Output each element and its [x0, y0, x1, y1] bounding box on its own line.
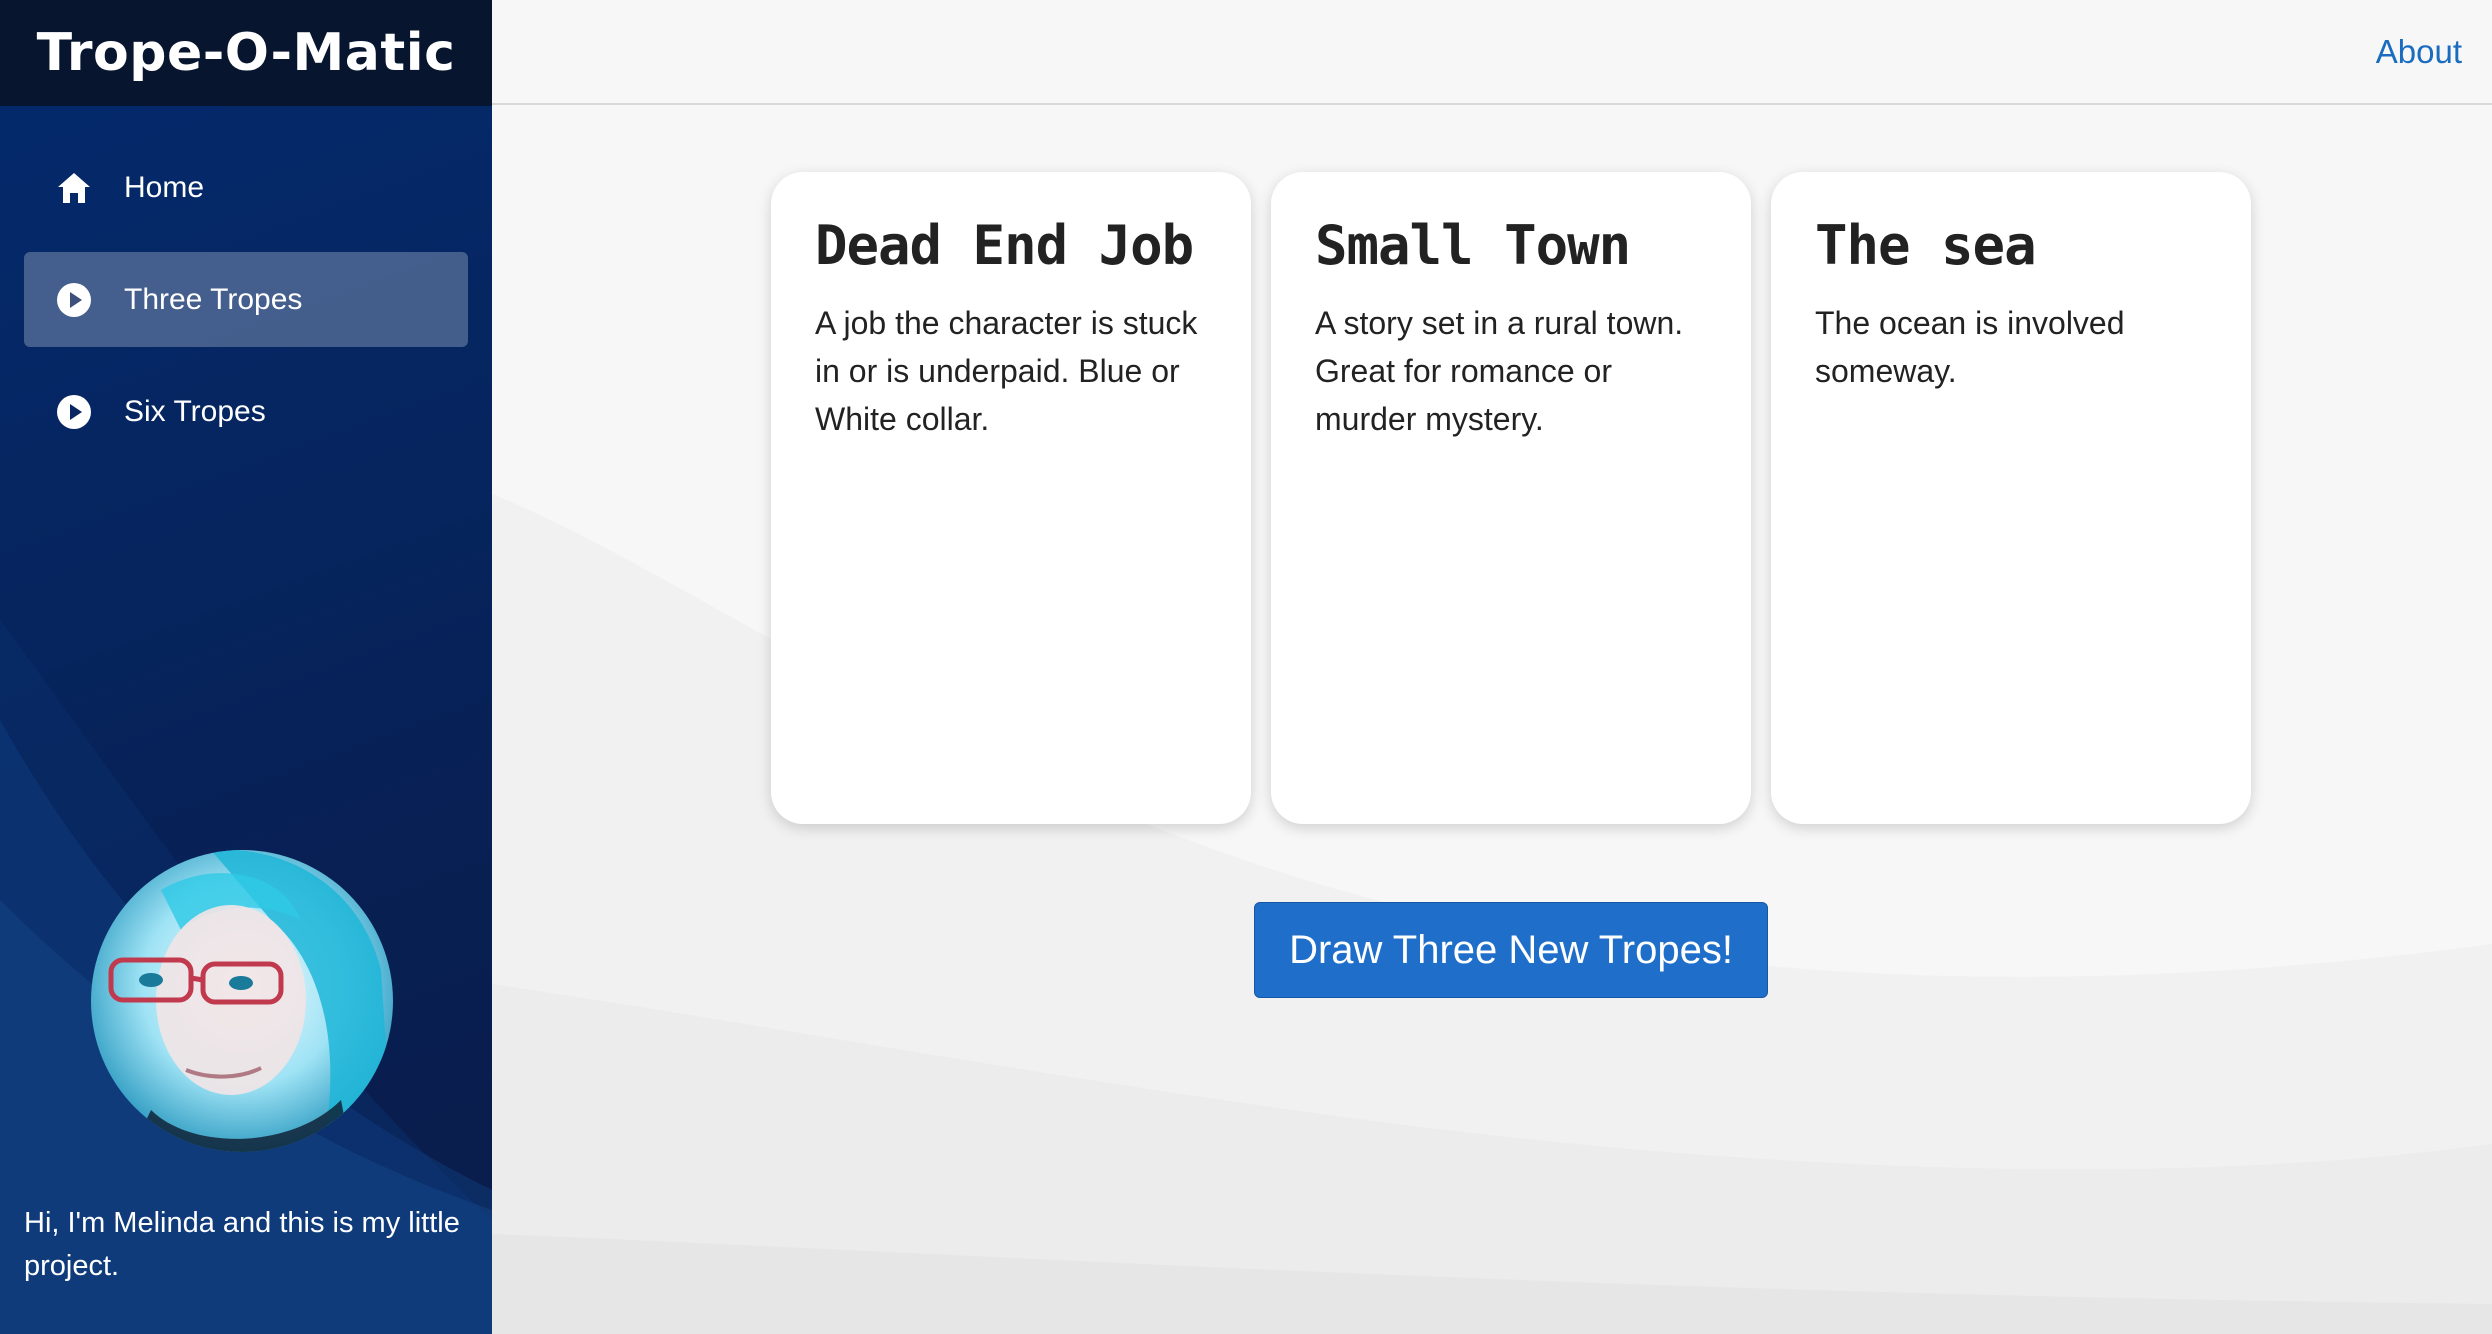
bio-text: Hi, I'm Melinda and this is my little pr… — [24, 1207, 460, 1282]
brand-header: Trope-O-Matic — [0, 0, 492, 106]
sidebar-nav: Home Three Tropes Six Tropes — [0, 106, 492, 459]
home-icon — [54, 168, 94, 208]
trope-cards: Dead End Job A job the character is stuc… — [771, 172, 2251, 824]
play-circle-icon — [54, 392, 94, 432]
sidebar-item-label: Six Tropes — [124, 394, 266, 428]
avatar — [91, 850, 393, 1152]
trope-card-title: Dead End Job — [815, 214, 1194, 277]
trope-card-description: A job the character is stuck in or is un… — [815, 305, 1198, 437]
draw-tropes-button[interactable]: Draw Three New Tropes! — [1254, 902, 1768, 998]
app-title: Trope-O-Matic — [36, 23, 456, 83]
app: Trope-O-Matic Home Three Tropes Six Trop… — [0, 0, 2492, 1334]
top-bar: About — [492, 0, 2492, 105]
sidebar-item-home[interactable]: Home — [24, 140, 468, 235]
sidebar-item-label: Three Tropes — [124, 282, 303, 316]
trope-card: Dead End Job A job the character is stuc… — [771, 172, 1251, 824]
sidebar-item-six-tropes[interactable]: Six Tropes — [24, 364, 468, 459]
trope-card-title: Small Town — [1315, 214, 1631, 277]
trope-card: The sea The ocean is involved someway. — [1771, 172, 2251, 824]
play-circle-icon — [54, 280, 94, 320]
trope-card: Small Town A story set in a rural town. … — [1271, 172, 1751, 824]
sidebar-item-three-tropes[interactable]: Three Tropes — [24, 252, 468, 347]
trope-card-title: The sea — [1815, 214, 2037, 277]
sidebar-item-label: Home — [124, 170, 205, 204]
sidebar: Trope-O-Matic Home Three Tropes Six Trop… — [0, 0, 492, 1334]
trope-card-description: A story set in a rural town. Great for r… — [1315, 305, 1684, 437]
trope-card-description: The ocean is involved someway. — [1815, 305, 2125, 389]
profile-section: Hi, I'm Melinda and this is my little pr… — [0, 850, 492, 1288]
main-content: About Dead End Job A job the character i… — [492, 0, 2492, 1334]
about-link[interactable]: About — [2376, 33, 2462, 71]
